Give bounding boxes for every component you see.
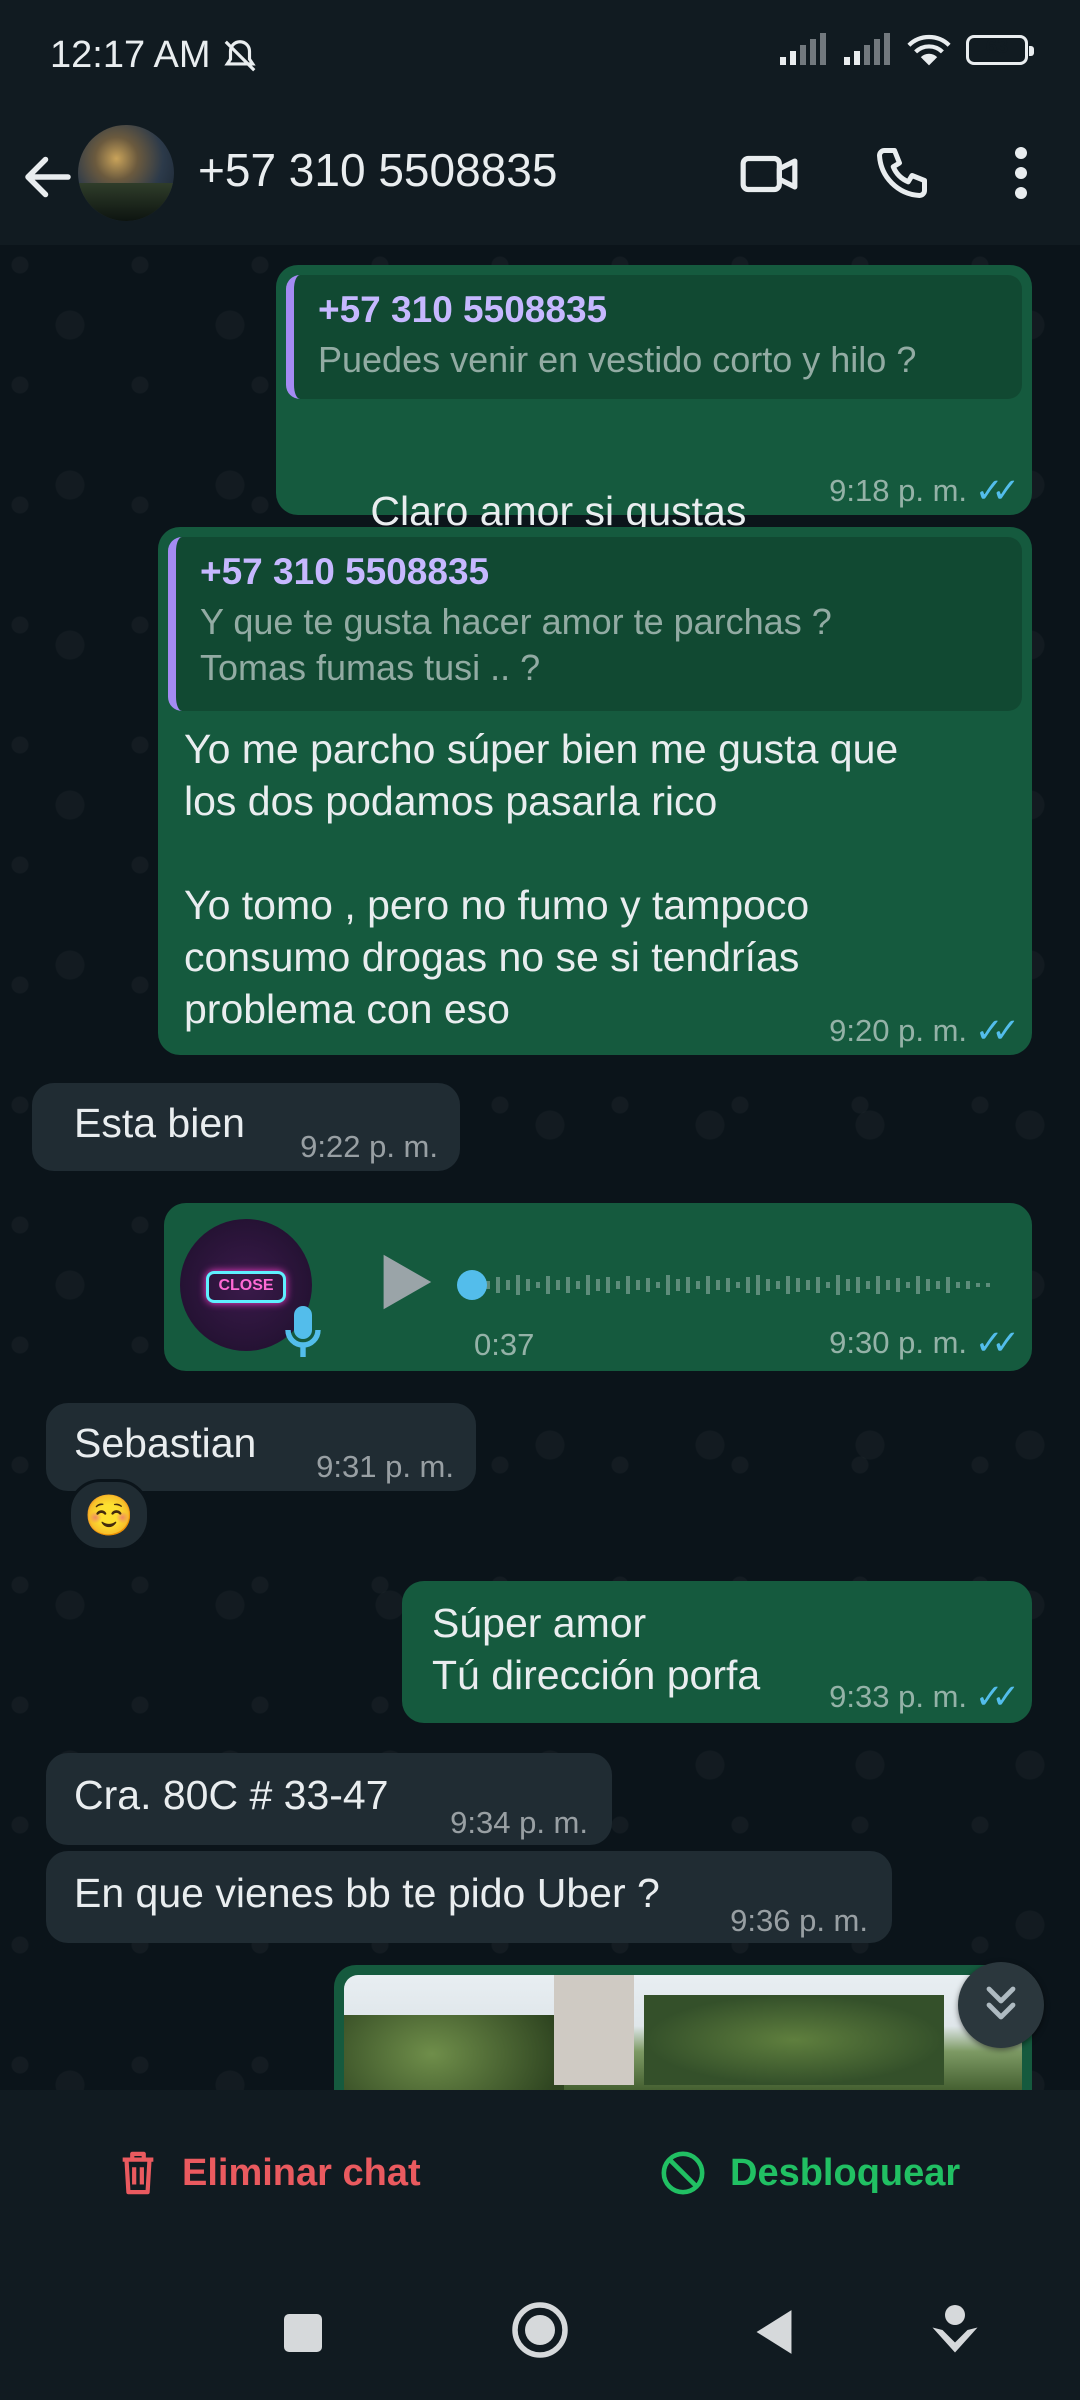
smiling-emoji: ☺️ [84,1493,134,1538]
quoted-message[interactable]: +57 310 5508835 Y que te gusta hacer amo… [168,537,1022,711]
message-text: Cra. 80C # 33-47 [74,1772,389,1818]
message-time: 9:34 p. m. [450,1805,588,1840]
voice-waveform[interactable] [456,1265,996,1305]
battery-level: 63 [985,36,1009,58]
message-time: 9:22 p. m. [300,1129,438,1164]
message-time: 9:31 p. m. [316,1449,454,1484]
shared-photo[interactable] [344,1975,1022,2090]
quoted-sender: +57 310 5508835 [200,551,490,592]
double-chevron-down-icon [986,1986,1016,2020]
message-time: 9:20 p. m. [829,1013,968,1048]
message-text: Yo me parcho súper bien me gusta que los… [184,726,899,1032]
assistant-button[interactable] [930,2302,980,2358]
contact-avatar[interactable] [78,125,174,221]
delete-chat-button[interactable]: Eliminar chat [118,2150,421,2196]
message-text: Súper amor Tú dirección porfa [432,1600,761,1698]
message-time: 9:30 p. m. [829,1325,968,1360]
phone-call-icon[interactable] [872,143,932,203]
wifi-icon [907,34,951,66]
recent-apps-button[interactable] [284,2314,322,2352]
read-ticks-icon: ✓✓ [975,1012,1020,1050]
block-icon [661,2151,705,2195]
signal-icon [780,33,826,65]
message-text: Sebastian [74,1420,257,1466]
play-icon[interactable] [370,1247,438,1317]
read-ticks-icon: ✓✓ [975,472,1020,510]
trash-icon [122,2151,154,2195]
quoted-sender: +57 310 5508835 [318,289,608,330]
unblock-label: Desbloquear [730,2151,961,2194]
message-bubble-outgoing[interactable]: Súper amor Tú dirección porfa 9:33 p. m.… [402,1581,1032,1723]
read-ticks-icon: ✓✓ [975,1324,1020,1362]
system-navigation-bar [0,2270,1080,2400]
microphone-icon [285,1306,321,1357]
battery-icon: 63 [966,35,1034,65]
bell-off-icon [223,39,256,71]
playback-progress-handle [457,1270,487,1300]
message-bubble-incoming[interactable]: Cra. 80C # 33-47 9:34 p. m. [46,1753,612,1845]
unblock-button[interactable]: Desbloquear [660,2150,960,2196]
back-button[interactable] [752,2308,796,2356]
message-time: 9:18 p. m. [829,473,968,508]
contact-name[interactable]: +57 310 5508835 [198,143,557,197]
message-text: En que vienes bb te pido Uber ? [74,1870,660,1916]
chat-area[interactable]: +57 310 5508835 Puedes venir en vestido … [0,245,1080,2090]
back-arrow-icon[interactable] [18,147,78,207]
message-time: 9:33 p. m. [829,1679,968,1714]
message-reaction[interactable]: ☺️ [68,1479,150,1551]
neon-close-sign: CLOSE [206,1271,286,1303]
chat-header: +57 310 5508835 [0,115,1080,247]
status-bar: 12:17 AM 63 [0,0,1080,115]
image-message-bubble[interactable] [334,1965,1032,2090]
quoted-text: Y que te gusta hacer amor te parchas ? T… [200,601,832,688]
read-ticks-icon: ✓✓ [975,1678,1020,1716]
blocked-contact-actions: Eliminar chat Desbloquear [0,2090,1080,2270]
more-options-icon[interactable] [996,143,1046,203]
message-text: Esta bien [74,1100,245,1146]
signal-icon-2 [844,33,890,65]
voice-message-bubble[interactable]: CLOSE 0:37 9:30 p. m. ✓✓ [164,1203,1032,1371]
voice-duration: 0:37 [474,1327,535,1362]
message-bubble-incoming[interactable]: Esta bien 9:22 p. m. [32,1083,460,1171]
clock-time: 12:17 AM [50,34,211,76]
message-bubble-incoming[interactable]: En que vienes bb te pido Uber ? 9:36 p. … [46,1851,892,1943]
scroll-to-bottom-button[interactable] [958,1962,1044,2048]
quoted-text: Puedes venir en vestido corto y hilo ? [318,339,917,380]
message-bubble-outgoing[interactable]: +57 310 5508835 Y que te gusta hacer amo… [158,527,1032,1055]
home-button[interactable] [510,2300,570,2360]
delete-chat-label: Eliminar chat [182,2151,421,2194]
video-call-icon[interactable] [738,143,800,205]
quoted-message[interactable]: +57 310 5508835 Puedes venir en vestido … [286,275,1022,399]
message-bubble-outgoing[interactable]: +57 310 5508835 Puedes venir en vestido … [276,265,1032,693]
message-time: 9:36 p. m. [730,1903,868,1938]
message-bubble-incoming[interactable]: Sebastian 9:31 p. m. [46,1403,476,1491]
